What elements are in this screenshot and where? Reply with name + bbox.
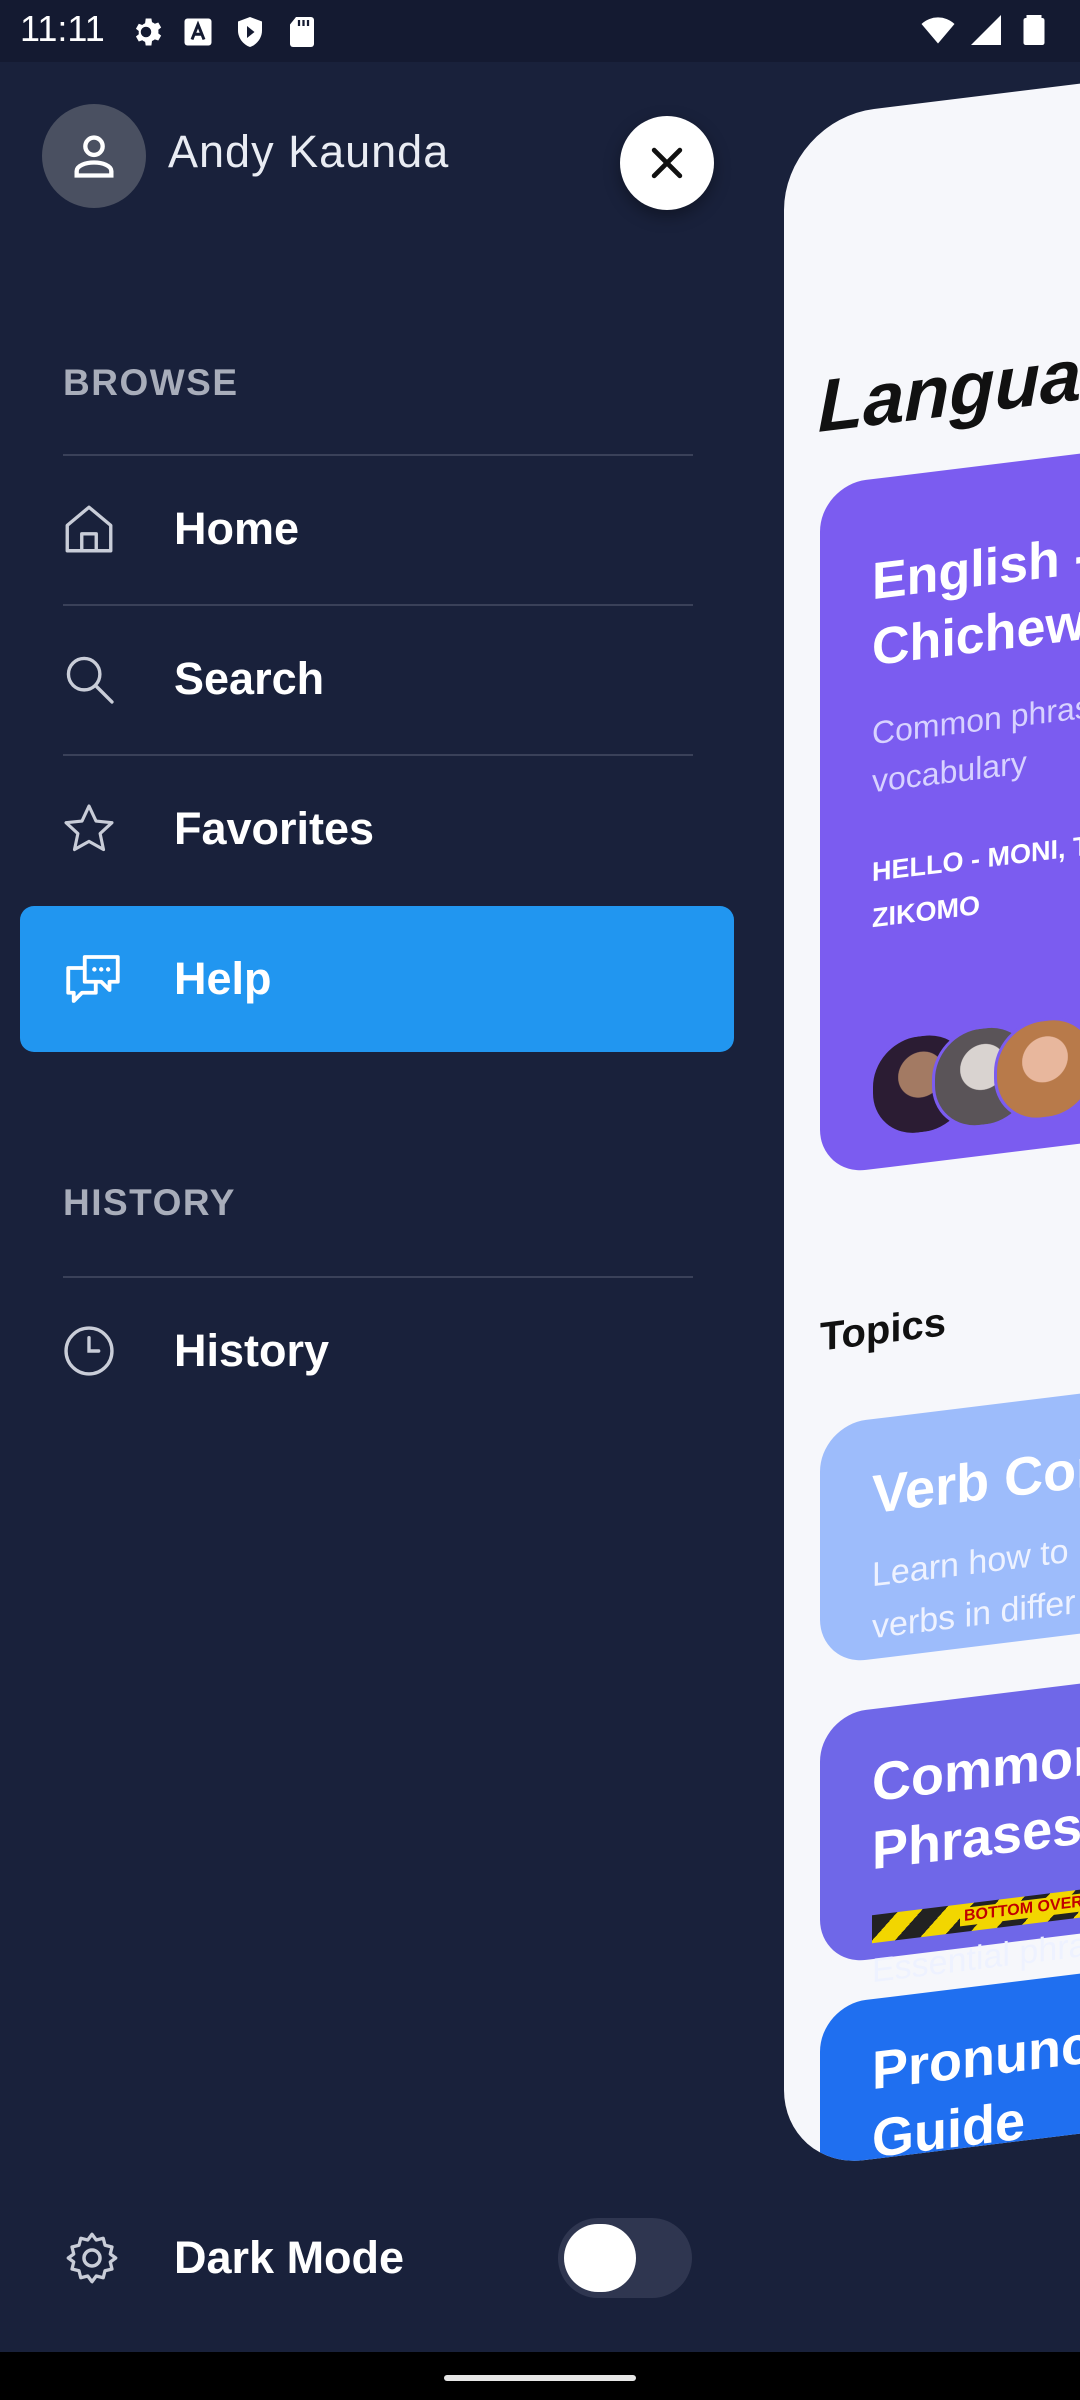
language-card-title: English - Chichewa xyxy=(872,526,1080,678)
chat-bubbles-icon xyxy=(66,955,120,1003)
topic-card-common-phrases[interactable]: Common Phrases BOTTOM OVERFLOW Essential… xyxy=(820,1664,1080,2042)
topic-title: Verb Con xyxy=(872,1436,1080,1526)
a-icon xyxy=(184,18,212,46)
person-icon xyxy=(74,135,114,178)
user-name: Andy Kaunda xyxy=(168,126,450,177)
page-title: Languag xyxy=(818,326,1080,448)
close-drawer-button[interactable] xyxy=(620,116,714,210)
section-label-history: HISTORY xyxy=(63,1182,236,1223)
topic-card-verb[interactable]: Verb Con Learn how to verbs in differ xyxy=(820,1374,1080,1666)
nav-label: Favorites xyxy=(174,803,375,854)
signal-icon xyxy=(971,15,1001,45)
language-card-subtitle: Common phrases vocabulary xyxy=(872,684,1080,800)
navigation-drawer: Andy Kaunda BROWSE Home Search Favorites… xyxy=(0,62,760,2352)
section-label-browse: BROWSE xyxy=(63,362,239,403)
topic-description: Learn how to verbs in differ xyxy=(872,1532,1076,1647)
dark-mode-label: Dark Mode xyxy=(174,2232,405,2283)
status-icons-right xyxy=(920,12,1052,48)
dark-mode-toggle[interactable] xyxy=(558,2218,692,2298)
wifi-icon xyxy=(921,17,955,44)
clock-icon xyxy=(64,1326,114,1376)
main-content-panel: Languag English - Chichewa Common phrase… xyxy=(784,68,1080,2171)
gear-icon xyxy=(135,18,162,46)
gear-icon xyxy=(66,2232,118,2284)
star-icon xyxy=(64,804,114,852)
overflow-warning-stripe xyxy=(872,2158,1080,2171)
topic-title: Common Phrases xyxy=(872,1724,1080,1882)
sd-card-icon xyxy=(290,17,314,47)
topic-title: Pronunci Guide xyxy=(872,2012,1080,2170)
home-icon xyxy=(65,505,113,553)
close-icon xyxy=(651,147,683,179)
home-gesture-handle[interactable] xyxy=(444,2375,636,2381)
status-icons-left xyxy=(128,14,320,50)
battery-icon xyxy=(1023,15,1045,45)
toggle-knob xyxy=(564,2224,636,2292)
avatar[interactable] xyxy=(42,104,146,208)
nav-item-home[interactable]: Home xyxy=(20,456,734,602)
topics-heading: Topics xyxy=(820,1300,946,1360)
nav-label: Help xyxy=(174,953,272,1004)
search-icon xyxy=(66,656,114,704)
nav-item-search[interactable]: Search xyxy=(20,606,734,752)
status-bar: 11:11 xyxy=(0,0,1080,62)
nav-label: Search xyxy=(174,653,325,704)
nav-item-history[interactable]: History xyxy=(20,1278,734,1424)
language-card-phrase: HELLO - MONI, TH ZIKOMO xyxy=(872,828,1080,934)
nav-item-help[interactable]: Help xyxy=(20,906,734,1052)
shield-icon xyxy=(238,17,262,47)
nav-label: History xyxy=(174,1325,330,1376)
status-time: 11:11 xyxy=(20,8,105,49)
dark-mode-row: Dark Mode xyxy=(0,2188,760,2328)
nav-item-favorites[interactable]: Favorites xyxy=(20,756,734,902)
nav-label: Home xyxy=(174,503,300,554)
language-card[interactable]: English - Chichewa Common phrases vocabu… xyxy=(820,434,1080,1176)
